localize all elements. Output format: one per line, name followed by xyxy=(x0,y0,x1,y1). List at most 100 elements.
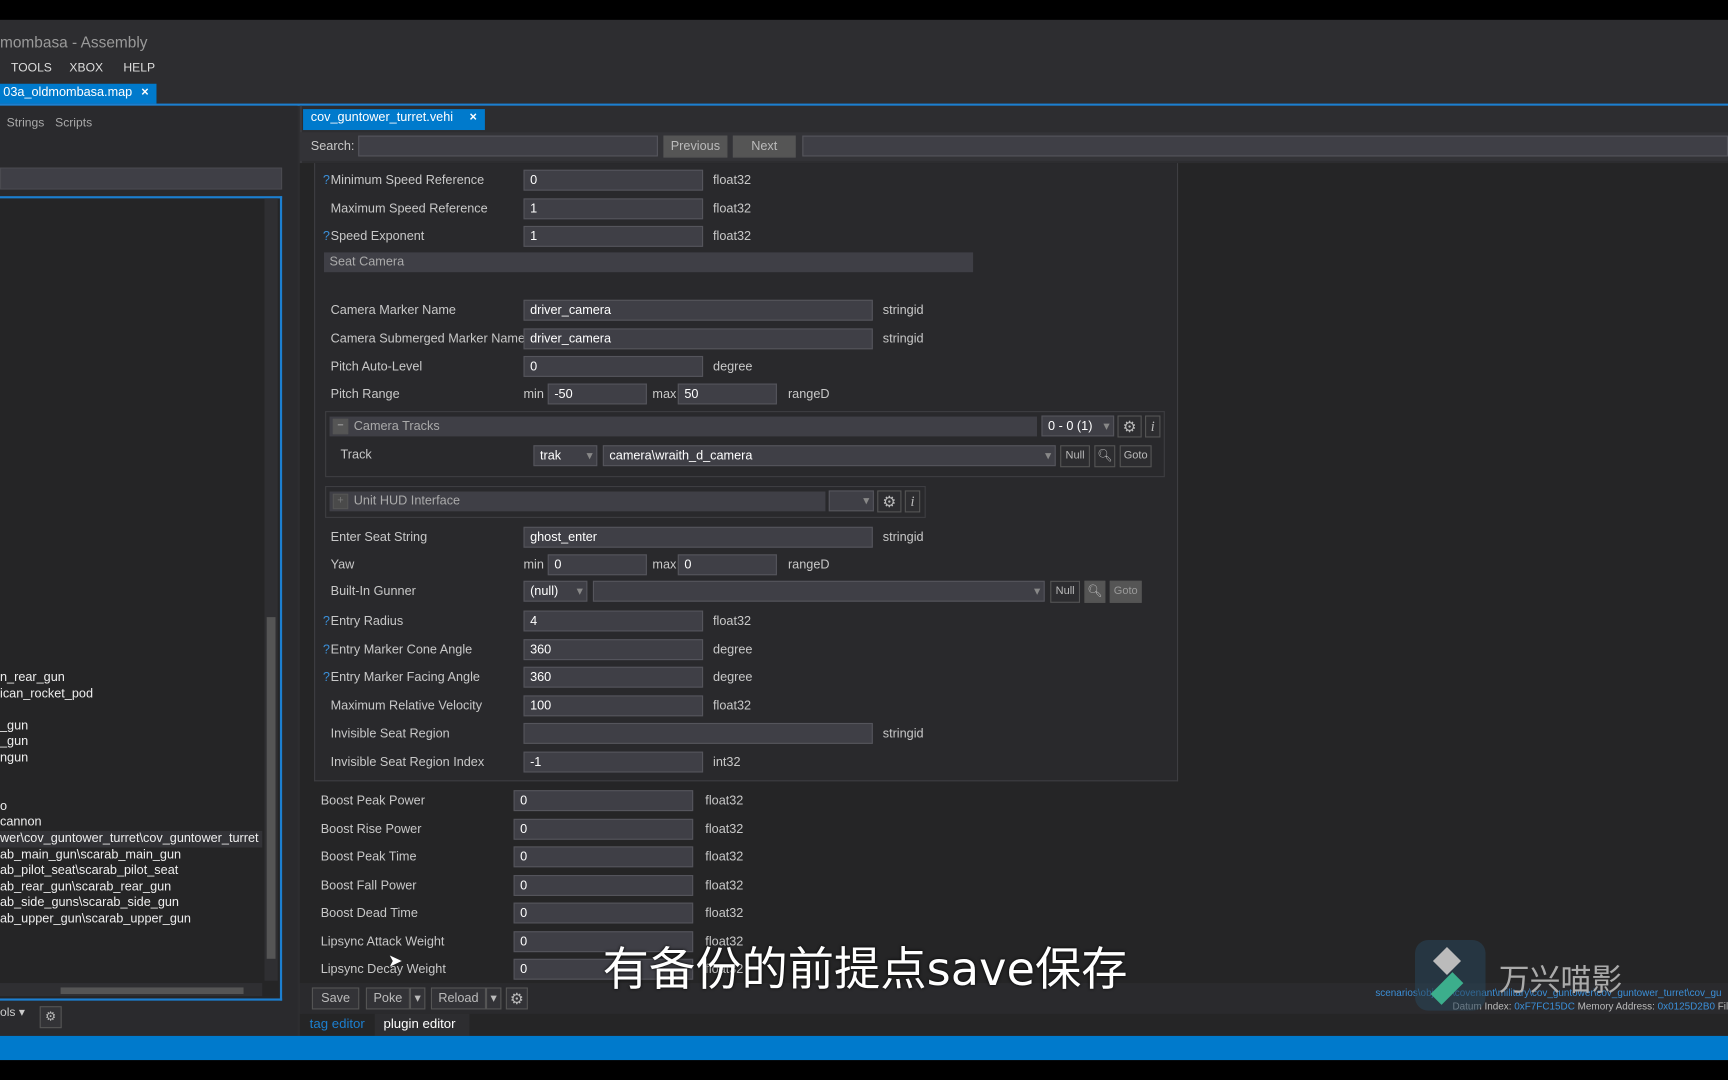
field-input[interactable]: driver_camera xyxy=(523,327,873,349)
field-input[interactable] xyxy=(523,722,873,744)
menu-tools[interactable]: TOOLS xyxy=(11,62,52,75)
menu-help[interactable]: HELP xyxy=(123,62,155,75)
tree-item[interactable] xyxy=(0,767,262,783)
gear-icon[interactable]: ⚙ xyxy=(877,490,902,513)
field-input[interactable]: 360 xyxy=(523,666,704,688)
next-button[interactable]: Next xyxy=(732,135,796,158)
search-icon[interactable]: 🔍︎ xyxy=(1084,580,1106,603)
field-input[interactable]: 0 xyxy=(523,355,704,377)
block-index-dropdown[interactable]: 0 - 0 (1) ▾ xyxy=(1041,415,1115,437)
scrollbar-thumb[interactable] xyxy=(266,617,276,959)
track-tag-dropdown[interactable]: camera\wraith_d_camera ▾ xyxy=(602,445,1056,467)
vehi-editor-tab[interactable]: cov_guntower_turret.vehi × xyxy=(303,109,485,131)
collapse-button[interactable]: − xyxy=(332,418,349,435)
reload-button[interactable]: Reload xyxy=(430,987,486,1010)
unit-hud-header[interactable]: Unit HUD Interface xyxy=(329,491,826,512)
search-icon[interactable]: 🔍︎ xyxy=(1094,445,1116,468)
field-label-text: Enter Seat String xyxy=(330,531,428,545)
field-input[interactable]: ghost_enter xyxy=(523,526,873,548)
chevron-down-icon: ▾ xyxy=(490,991,497,1006)
field-input[interactable]: driver_camera xyxy=(523,299,873,321)
tree-item[interactable]: ngun xyxy=(0,750,262,766)
tree-item[interactable]: ab_rear_gun\scarab_rear_gun xyxy=(0,879,262,895)
seat-camera-header: Seat Camera xyxy=(323,252,974,273)
null-button[interactable]: Null xyxy=(1050,580,1080,603)
tree-item[interactable] xyxy=(0,783,262,799)
info-icon[interactable]: i xyxy=(904,490,921,513)
help-icon[interactable]: ? xyxy=(323,615,331,628)
help-icon xyxy=(323,360,331,373)
help-icon[interactable]: ? xyxy=(323,230,331,243)
field-input[interactable]: 4 xyxy=(523,610,704,632)
tools-dropdown[interactable]: ols ▾ xyxy=(0,1005,25,1019)
null-button[interactable]: Null xyxy=(1060,445,1090,468)
tree-item[interactable]: ican_rocket_pod xyxy=(0,686,262,702)
help-icon[interactable]: ? xyxy=(323,174,331,187)
track-group-dropdown[interactable]: trak ▾ xyxy=(533,445,598,467)
search-input[interactable] xyxy=(358,135,658,157)
field-input[interactable]: 0 xyxy=(513,818,694,840)
tab-plugin-editor[interactable]: plugin editor xyxy=(374,1013,470,1036)
field-input[interactable]: 0 xyxy=(513,874,694,896)
close-icon[interactable]: × xyxy=(469,111,476,124)
tree-item[interactable]: n_rear_gun xyxy=(0,670,262,686)
tree-item[interactable]: _gun xyxy=(0,718,262,734)
min-input[interactable]: -50 xyxy=(547,383,647,405)
expand-button[interactable]: + xyxy=(332,493,349,510)
max-input[interactable]: 0 xyxy=(677,554,777,576)
tree-item[interactable]: wer\cov_guntower_turret\cov_guntower_tur… xyxy=(0,830,263,848)
gunner-tag-dropdown[interactable]: ▾ xyxy=(592,580,1045,602)
tag-tree[interactable]: n_rear_gun ican_rocket_pod _gun _gun ngun o ca… xyxy=(0,196,283,1001)
save-button[interactable]: Save xyxy=(311,987,360,1010)
gear-icon[interactable]: ⚙ xyxy=(505,987,528,1010)
previous-button[interactable]: Previous xyxy=(663,135,728,158)
poke-dropdown[interactable]: ▾ xyxy=(409,987,426,1010)
poke-button[interactable]: Poke xyxy=(365,987,410,1010)
help-icon xyxy=(323,755,331,768)
block-index-dropdown[interactable]: ▾ xyxy=(828,490,874,512)
goto-button[interactable]: Goto xyxy=(1119,445,1152,468)
tree-item[interactable]: ab_side_guns\scarab_side_gun xyxy=(0,895,262,911)
map-file-tab[interactable]: 03a_oldmombasa.map × xyxy=(0,83,157,104)
field-input[interactable]: 0 xyxy=(513,846,694,868)
field-input[interactable]: 0 xyxy=(513,790,694,812)
close-icon[interactable]: × xyxy=(141,86,148,99)
tag-search-input[interactable] xyxy=(0,167,283,190)
field-input[interactable]: 1 xyxy=(523,225,704,247)
gear-icon[interactable]: ⚙ xyxy=(39,1006,62,1029)
goto-button[interactable]: Goto xyxy=(1109,580,1142,603)
tree-item[interactable]: ab_upper_gun\scarab_upper_gun xyxy=(0,911,262,927)
search-label: Search: xyxy=(310,139,355,154)
help-icon[interactable]: ? xyxy=(323,643,331,656)
reload-dropdown[interactable]: ▾ xyxy=(485,987,502,1010)
tab-strings[interactable]: Strings xyxy=(7,117,45,130)
info-icon[interactable]: i xyxy=(1145,415,1161,438)
tree-item[interactable]: cannon xyxy=(0,815,262,831)
tab-scripts[interactable]: Scripts xyxy=(55,117,92,130)
field-type: float32 xyxy=(705,906,744,921)
field-input[interactable]: 0 xyxy=(513,902,694,924)
field-input[interactable]: 100 xyxy=(523,694,704,716)
gunner-group-dropdown[interactable]: (null) ▾ xyxy=(523,580,588,602)
tree-item[interactable]: o xyxy=(0,799,262,815)
tree-item[interactable]: ab_main_gun\scarab_main_gun xyxy=(0,847,262,863)
camera-tracks-header[interactable]: Camera Tracks xyxy=(329,416,1038,437)
field-input[interactable]: 360 xyxy=(523,638,704,660)
tab-tag-editor[interactable]: tag editor xyxy=(310,1016,365,1031)
field-label: ?Entry Radius xyxy=(323,615,403,628)
tree-item[interactable]: ab_pilot_seat\scarab_pilot_seat xyxy=(0,863,262,879)
memory-label: Memory Address: xyxy=(1577,1000,1655,1012)
help-icon xyxy=(323,332,331,345)
gear-icon[interactable]: ⚙ xyxy=(1117,415,1142,438)
field-input[interactable]: 0 xyxy=(523,169,704,191)
tree-item[interactable]: _gun xyxy=(0,734,262,750)
field-input[interactable]: -1 xyxy=(523,751,704,772)
field-label-text: Camera Marker Name xyxy=(330,304,456,318)
min-input[interactable]: 0 xyxy=(547,554,647,576)
scrollbar-thumb[interactable] xyxy=(60,987,244,995)
max-input[interactable]: 50 xyxy=(677,383,777,405)
tree-item[interactable] xyxy=(0,702,262,718)
field-input[interactable]: 1 xyxy=(523,197,704,219)
help-icon[interactable]: ? xyxy=(323,671,331,684)
menu-xbox[interactable]: XBOX xyxy=(69,62,103,75)
